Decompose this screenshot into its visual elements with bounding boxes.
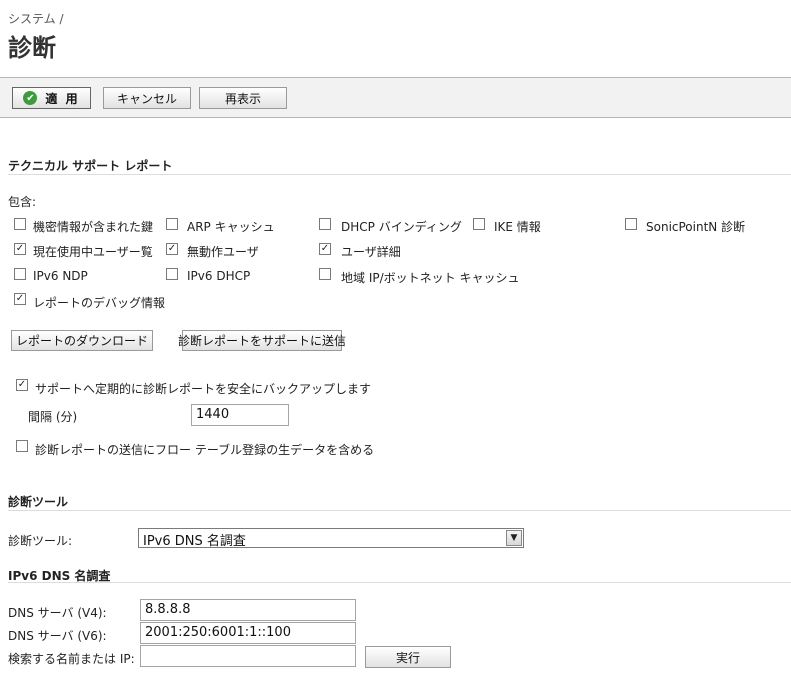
interval-input[interactable]: 1440	[191, 404, 289, 426]
search-name-ip-input[interactable]	[140, 645, 356, 667]
dns-v4-label: DNS サーバ (V4):	[8, 606, 107, 620]
dns-v6-input[interactable]: 2001:250:6001:1::100	[140, 622, 356, 644]
checkbox-report-debug-info[interactable]: ✓	[14, 293, 26, 305]
checkbox-current-users[interactable]: ✓	[14, 243, 26, 255]
tech-support-section-title: テクニカル サポート レポート	[8, 159, 173, 173]
download-report-button[interactable]: レポートのダウンロード	[11, 330, 153, 351]
checkbox-inactive-users[interactable]: ✓	[166, 243, 178, 255]
cancel-button[interactable]: キャンセル	[103, 87, 191, 109]
interval-label: 間隔 (分)	[28, 410, 78, 424]
checkbox-ipv6-dhcp[interactable]	[166, 268, 178, 280]
checkbox-label: 機密情報が含まれた鍵	[33, 220, 154, 234]
checkbox-label: ARP キャッシュ	[187, 220, 275, 234]
section-divider	[8, 510, 791, 511]
dns-v4-input[interactable]: 8.8.8.8	[140, 599, 356, 621]
checkbox-user-details[interactable]: ✓	[319, 243, 331, 255]
checkbox-label: IPv6 DHCP	[187, 269, 251, 283]
diag-tools-section-title: 診断ツール	[8, 495, 69, 509]
diag-tool-select[interactable]: IPv6 DNS 名調査 ▼	[138, 528, 524, 549]
breadcrumb: システム /	[8, 12, 64, 26]
refresh-button[interactable]: 再表示	[199, 87, 287, 109]
checkbox-geo-ip-botnet-cache[interactable]	[319, 268, 331, 280]
section-divider	[8, 174, 791, 175]
checkbox-label: IKE 情報	[494, 220, 541, 234]
dns-v6-label: DNS サーバ (V6):	[8, 629, 107, 643]
checkbox-label: 地域 IP/ボットネット キャッシュ	[341, 271, 520, 285]
checkbox-label: 無動作ユーザ	[187, 245, 259, 259]
page-title: 診断	[8, 34, 56, 62]
periodic-backup-label: サポートへ定期的に診断レポートを安全にバックアップします	[35, 382, 372, 396]
chevron-down-icon[interactable]: ▼	[506, 530, 522, 546]
toolbar: ✔ 適 用 キャンセル 再表示	[0, 77, 791, 118]
diag-tool-label: 診断ツール:	[8, 534, 73, 548]
checkbox-label: IPv6 NDP	[33, 269, 88, 283]
checkbox-label: 現在使用中ユーザー覧	[33, 245, 153, 259]
diag-tool-selected-value: IPv6 DNS 名調査	[143, 534, 246, 549]
checkbox-ike-info[interactable]	[473, 218, 485, 230]
apply-button-label: 適 用	[45, 91, 80, 106]
checkbox-periodic-backup[interactable]: ✓	[16, 379, 28, 391]
checkbox-ipv6-ndp[interactable]	[14, 268, 26, 280]
send-report-to-support-button[interactable]: 診断レポートをサポートに送信	[178, 330, 346, 351]
include-label: 包含:	[8, 195, 37, 209]
search-name-ip-label: 検索する名前または IP:	[8, 652, 135, 666]
include-raw-flow-data-label: 診断レポートの送信にフロー テーブル登録の生データを含める	[35, 443, 375, 457]
checkbox-label: SonicPointN 診断	[646, 220, 746, 234]
checkbox-sensitive-keys[interactable]	[14, 218, 26, 230]
checkbox-label: DHCP バインディング	[341, 220, 462, 234]
checkbox-label: レポートのデバッグ情報	[33, 296, 166, 310]
checkbox-sonicpointn-diag[interactable]	[625, 218, 637, 230]
checkbox-label: ユーザ詳細	[341, 245, 401, 259]
checkbox-include-raw-flow-data[interactable]	[16, 440, 28, 452]
checkbox-dhcp-bindings[interactable]	[319, 218, 331, 230]
checkbox-arp-cache[interactable]	[166, 218, 178, 230]
check-icon: ✔	[23, 91, 38, 105]
run-button[interactable]: 実行	[365, 646, 451, 668]
apply-button[interactable]: ✔ 適 用	[12, 87, 91, 109]
section-divider	[8, 582, 791, 583]
